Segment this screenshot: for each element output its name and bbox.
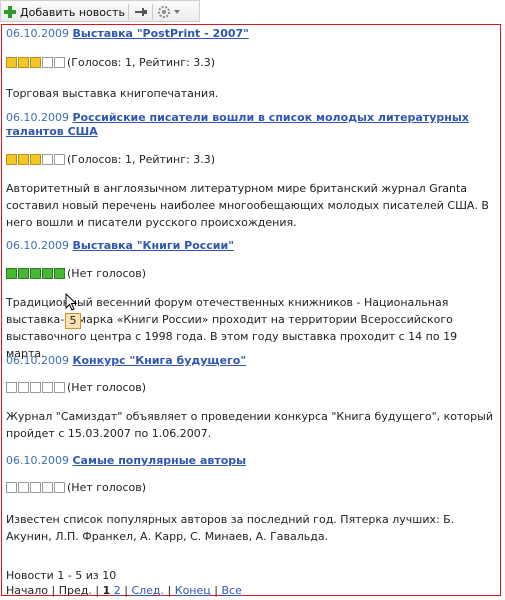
news-description: Авторитетный в англоязычном литературном… [6,182,489,229]
news-title-link[interactable]: Российские писатели вошли в список молод… [6,111,469,138]
rating-star-3[interactable] [30,267,41,279]
rating: (Нет голосов) [6,266,146,280]
pager-separator: | [214,584,218,597]
rating: (Голосов: 1, Рейтинг: 3.3) [6,55,215,69]
pager-first: Начало [6,584,49,597]
news-title-link[interactable]: Конкурс "Книга будущего" [72,354,246,367]
rating-star-3[interactable] [30,481,41,493]
rating-star-1[interactable] [6,267,17,279]
vote-count: (Голосов: 1, Рейтинг: 3.3) [67,55,216,69]
vote-count: (Нет голосов) [67,266,147,280]
rating: (Голосов: 1, Рейтинг: 3.3) [6,152,215,166]
pin-icon[interactable] [132,4,150,20]
toolbar: Добавить новость [0,0,200,22]
rating-star-4[interactable] [42,56,53,68]
pager-separator: | [124,584,128,597]
news-item: 06.10.2009 Российские писатели вошли в с… [6,111,496,229]
mouse-cursor-icon [65,292,79,316]
news-count: Новости 1 - 5 из 10 [6,569,117,582]
rating-star-4[interactable] [42,381,53,393]
rating-stars [6,481,66,493]
news-date: 06.10.2009 [6,454,69,467]
add-news-label: Добавить новость [20,5,125,19]
rating-star-3[interactable] [30,381,41,393]
news-list: 06.10.2009 Выставка "PostPrint - 2007" (… [1,24,501,597]
rating-star-2[interactable] [18,381,29,393]
rating-stars [6,267,66,279]
rating-star-2[interactable] [18,481,29,493]
news-description: Известен список популярных авторов за по… [6,513,455,543]
rating-star-4[interactable] [42,481,53,493]
vote-count: (Нет голосов) [67,380,147,394]
toolbar-divider [128,4,129,20]
news-description: Торговая выставка книгопечатания. [6,87,219,100]
rating-star-4[interactable] [42,153,53,165]
rating-star-3[interactable] [30,56,41,68]
news-date: 06.10.2009 [6,239,69,252]
news-item: 06.10.2009 Конкурс "Книга будущего" (Нет… [6,354,496,440]
rating-star-2[interactable] [18,56,29,68]
pager-separator: | [95,584,100,597]
pager-prev: Пред. [58,584,92,597]
news-description: Журнал "Самиздат" объявляет о проведении… [6,410,493,440]
news-date: 06.10.2009 [6,27,69,40]
rating: (Нет голосов) [6,380,146,394]
rating-star-1[interactable] [6,153,17,165]
pager-separator: | [167,584,172,597]
pager-separator: | [51,584,56,597]
gear-icon[interactable] [156,4,184,20]
rating-star-1[interactable] [6,56,17,68]
news-date: 06.10.2009 [6,111,69,124]
news-title-link[interactable]: Выставка "Книги России" [72,239,233,252]
news-item: 06.10.2009 Выставка "PostPrint - 2007" (… [6,27,496,100]
rating-star-2[interactable] [18,267,29,279]
rating-star-4[interactable] [42,267,53,279]
pager-last-link[interactable]: Конец [175,584,211,597]
pager-next-link[interactable]: След. [131,584,164,597]
pager-page-2-link[interactable]: 2 [114,584,121,597]
toolbar-divider [152,4,153,20]
rating-star-1[interactable] [6,381,17,393]
vote-count: (Нет голосов) [67,480,147,494]
rating-star-5[interactable] [54,153,65,165]
pagination: Начало | Пред. | 1 2 | След. | Конец | В… [6,584,242,597]
vote-count: (Голосов: 1, Рейтинг: 3.3) [67,152,216,166]
news-date: 06.10.2009 [6,354,69,367]
rating-stars [6,381,66,393]
rating-star-5[interactable] [54,381,65,393]
rating-star-5[interactable] [54,481,65,493]
pager-all-link[interactable]: Все [221,584,241,597]
pager-current-page: 1 [102,584,111,597]
rating-stars [6,153,66,165]
news-title-link[interactable]: Выставка "PostPrint - 2007" [72,27,248,40]
rating-star-5[interactable] [54,267,65,279]
rating-stars [6,56,66,68]
rating: (Нет голосов) [6,480,146,494]
news-item: 06.10.2009 Самые популярные авторы (Нет … [6,454,496,543]
rating-star-5[interactable] [54,56,65,68]
news-item: 06.10.2009 Выставка "Книги России" (Нет … [6,239,496,360]
add-news-button[interactable]: Добавить новость [4,4,125,20]
rating-star-1[interactable] [6,481,17,493]
rating-star-3[interactable] [30,153,41,165]
rating-star-2[interactable] [18,153,29,165]
plus-icon [4,6,16,18]
news-title-link[interactable]: Самые популярные авторы [72,454,246,467]
